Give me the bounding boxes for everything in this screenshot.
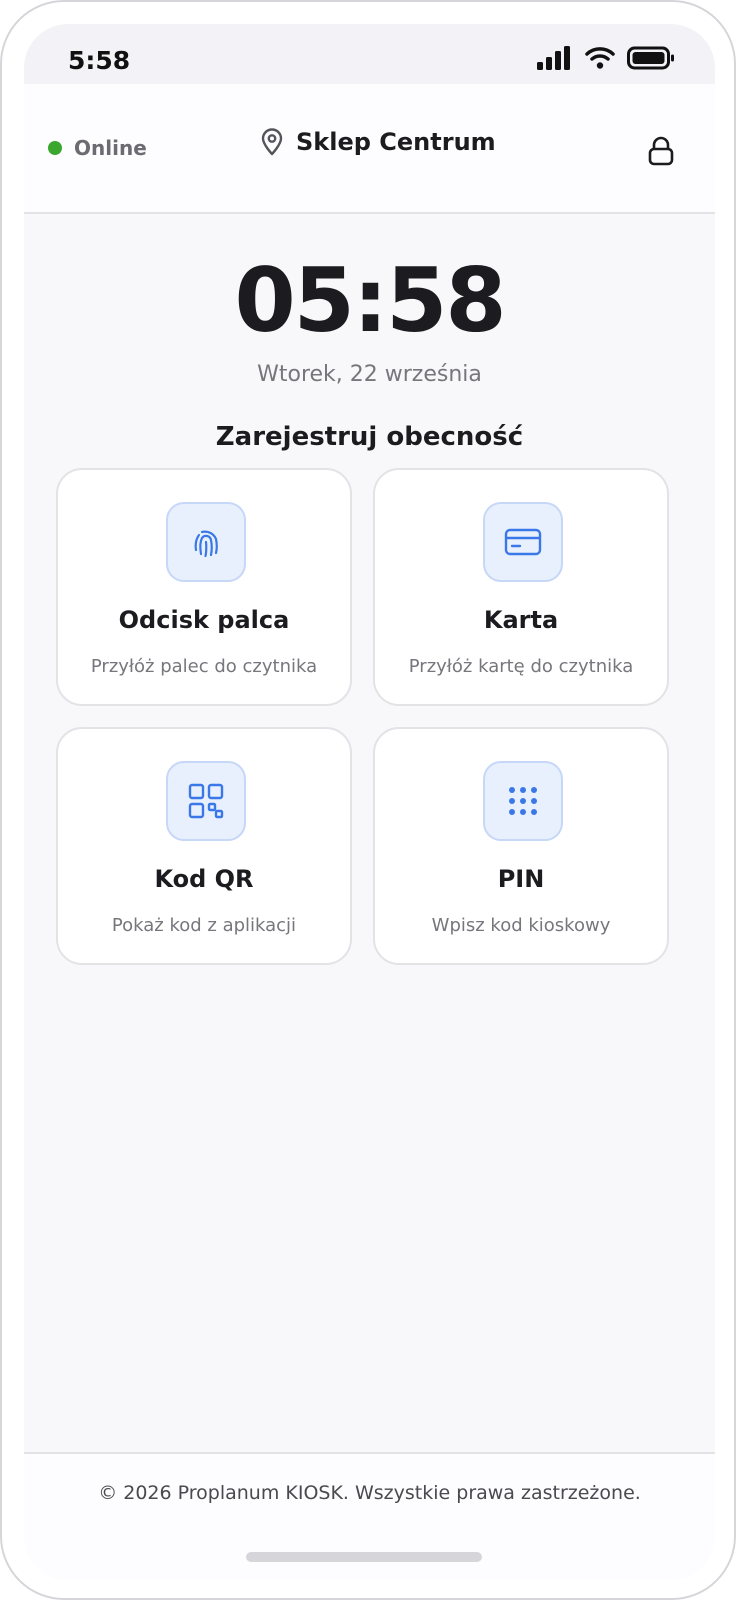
fingerprint-card-description: Przyłóż palec do czytnika [90, 656, 318, 677]
fingerprint-icon [194, 530, 218, 558]
wifi-icon [585, 47, 615, 69]
store-name: Sklep Centrum [296, 128, 496, 156]
qr-method-card[interactable]: Kod QR Pokaż kod z aplikacji [56, 727, 352, 965]
location-pin-icon [261, 128, 283, 156]
pin-card-description: Wpisz kod kioskowy [431, 915, 611, 936]
fingerprint-icon-box [166, 502, 246, 582]
signal-icon [537, 46, 570, 70]
connection-status: Online [48, 136, 147, 160]
footer: © 2026 Proplanum KIOSK. Wszystkie prawa … [24, 1452, 715, 1580]
screen: 5:58 Online Sklep Centrum 05:58 Wtorek, … [24, 24, 715, 1580]
online-indicator-icon [48, 141, 62, 155]
qr-card-description: Pokaż kod z aplikacji [111, 915, 297, 936]
status-time: 5:58 [68, 46, 131, 75]
current-time: 05:58 [234, 249, 506, 352]
card-card-title: Karta [483, 606, 559, 634]
qr-card-title: Kod QR [154, 865, 254, 893]
pin-card-title: PIN [497, 865, 545, 893]
battery-icon [627, 46, 674, 70]
lock-icon[interactable] [647, 136, 675, 166]
connection-status-label: Online [74, 136, 147, 160]
fingerprint-card-title: Odcisk palca [118, 606, 290, 634]
pin-method-card[interactable]: PIN Wpisz kod kioskowy [373, 727, 669, 965]
card-method-card[interactable]: Karta Przyłóż kartę do czytnika [373, 468, 669, 706]
qr-icon-box [166, 761, 246, 841]
card-icon-box [483, 502, 563, 582]
fingerprint-method-card[interactable]: Odcisk palca Przyłóż palec do czytnika [56, 468, 352, 706]
card-card-description: Przyłóż kartę do czytnika [408, 656, 634, 677]
kiosk-header: Online Sklep Centrum [24, 84, 715, 214]
keypad-icon [509, 787, 537, 815]
pin-icon-box [483, 761, 563, 841]
qr-code-icon [188, 783, 224, 819]
home-indicator[interactable] [246, 1552, 482, 1562]
section-title: Zarejestruj obecność [215, 422, 524, 452]
copyright-text: © 2026 Proplanum KIOSK. Wszystkie prawa … [98, 1482, 641, 1504]
status-bar: 5:58 [24, 24, 715, 84]
status-icons [537, 46, 675, 70]
store-location: Sklep Centrum [260, 128, 496, 156]
current-date: Wtorek, 22 września [257, 362, 482, 387]
device-frame: 5:58 Online Sklep Centrum 05:58 Wtorek, … [0, 0, 736, 1600]
credit-card-icon [504, 528, 542, 556]
